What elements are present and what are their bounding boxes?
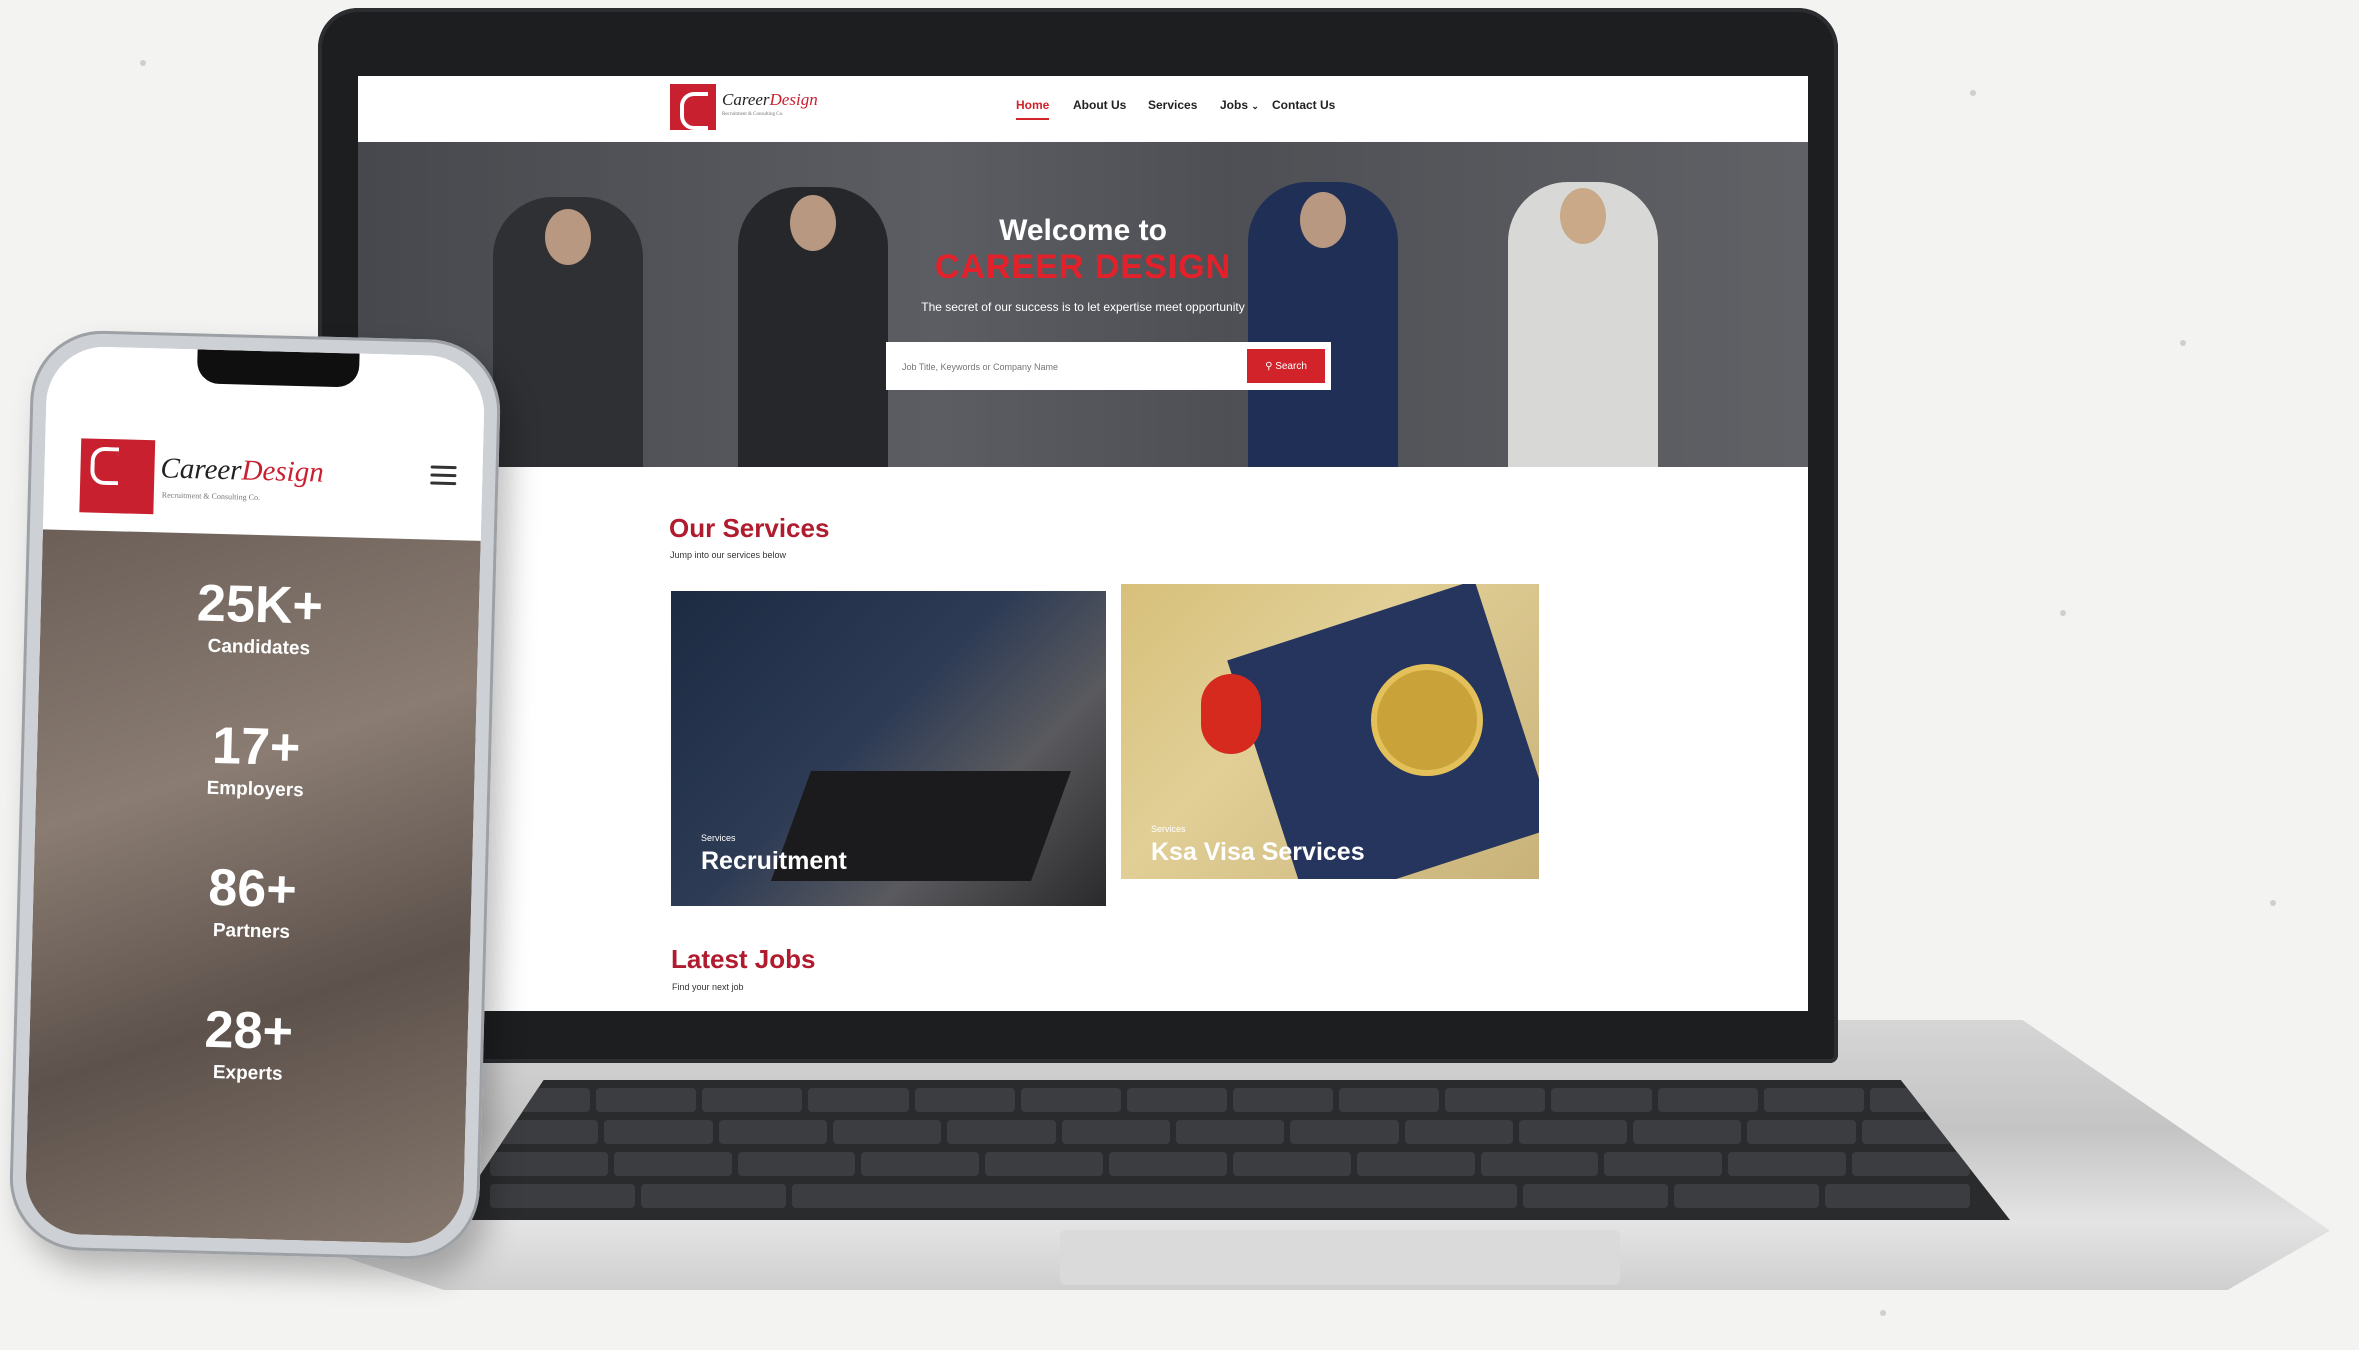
job-search-input[interactable] [900,356,1234,378]
nav-services[interactable]: Services [1148,98,1197,112]
logo-mark [670,84,716,130]
background-speck [1970,90,1976,96]
hero-subtitle: The secret of our success is to let expe… [921,300,1245,314]
services-title: Our Services [669,513,830,543]
nav-jobs[interactable]: Jobs ⌄ [1220,98,1259,112]
latest-jobs-title: Latest Jobs [671,944,816,974]
logo-tagline: Recruitment & Consulting Co. [722,112,784,117]
services-subtitle: Jump into our services below [670,550,787,560]
service-card-recruitment[interactable]: Services Recruitment [671,591,1106,906]
mobile-stats-section: 25K+ Candidates 17+ Employers 86+ Partne… [24,529,481,1245]
nav-contact-us[interactable]: Contact Us [1272,98,1335,112]
background-speck [1880,1310,1886,1316]
chevron-down-icon: ⌄ [1251,101,1259,111]
service-card-ksa-visa[interactable]: Services Ksa Visa Services [1121,584,1539,879]
stat-partners: 86+ Partners [32,853,472,948]
stat-value: 17+ [211,716,302,778]
mobile-logo-text[interactable]: CareerDesign [160,452,324,489]
nav-about-us[interactable]: About Us [1073,98,1126,112]
service-card-kicker: Services [1151,824,1186,834]
search-button[interactable]: ⚲ Search [1247,349,1325,383]
stat-value: 28+ [203,1000,294,1062]
logo-name-part2: Design [769,90,818,109]
logo-tagline: Recruitment & Consulting Co. [161,490,261,503]
stat-employers: 17+ Employers [36,711,476,806]
phone-device: CareerDesign Recruitment & Consulting Co… [8,329,502,1261]
background-speck [2270,900,2276,906]
logo-name-part1: Career [722,90,770,109]
compass-image [1371,664,1483,776]
hero-title-line1: Welcome to [999,214,1167,247]
service-card-kicker: Services [701,833,736,843]
menu-icon[interactable] [430,465,457,486]
laptop-trackpad [1060,1230,1620,1285]
logo-mark [79,438,156,515]
job-search-bar: ⚲ Search [886,342,1331,390]
stat-candidates: 25K+ Candidates [40,569,480,664]
nav-home[interactable]: Home [1016,98,1050,120]
laptop-keyboard [450,1080,2010,1220]
phone-notch [196,349,360,388]
logo-name-part2: Design [241,454,325,489]
laptop-screen: CareerDesign Recruitment & Consulting Co… [358,76,1808,1011]
phone-screen: CareerDesign Recruitment & Consulting Co… [24,345,486,1245]
search-icon: ⚲ [1265,360,1273,372]
stat-value: 25K+ [196,574,324,636]
site-navbar: CareerDesign Recruitment & Consulting Co… [358,76,1808,142]
hero-title-line2: CAREER DESIGN [934,248,1232,286]
search-button-label: Search [1275,360,1307,372]
latest-jobs-subtitle: Find your next job [672,982,744,992]
nav-jobs-label: Jobs [1220,98,1249,112]
service-card-title: Recruitment [701,847,847,875]
background-speck [2180,340,2186,346]
background-speck [2060,610,2066,616]
site-logo-text[interactable]: CareerDesign [722,90,818,110]
logo-name-part1: Career [160,452,243,487]
service-card-title: Ksa Visa Services [1151,838,1365,866]
background-speck [140,60,146,66]
stat-value: 86+ [207,858,298,920]
stat-experts: 28+ Experts [28,995,468,1090]
stamp-image [1201,674,1261,754]
hero-section: Welcome to CAREER DESIGN The secret of o… [358,142,1808,467]
